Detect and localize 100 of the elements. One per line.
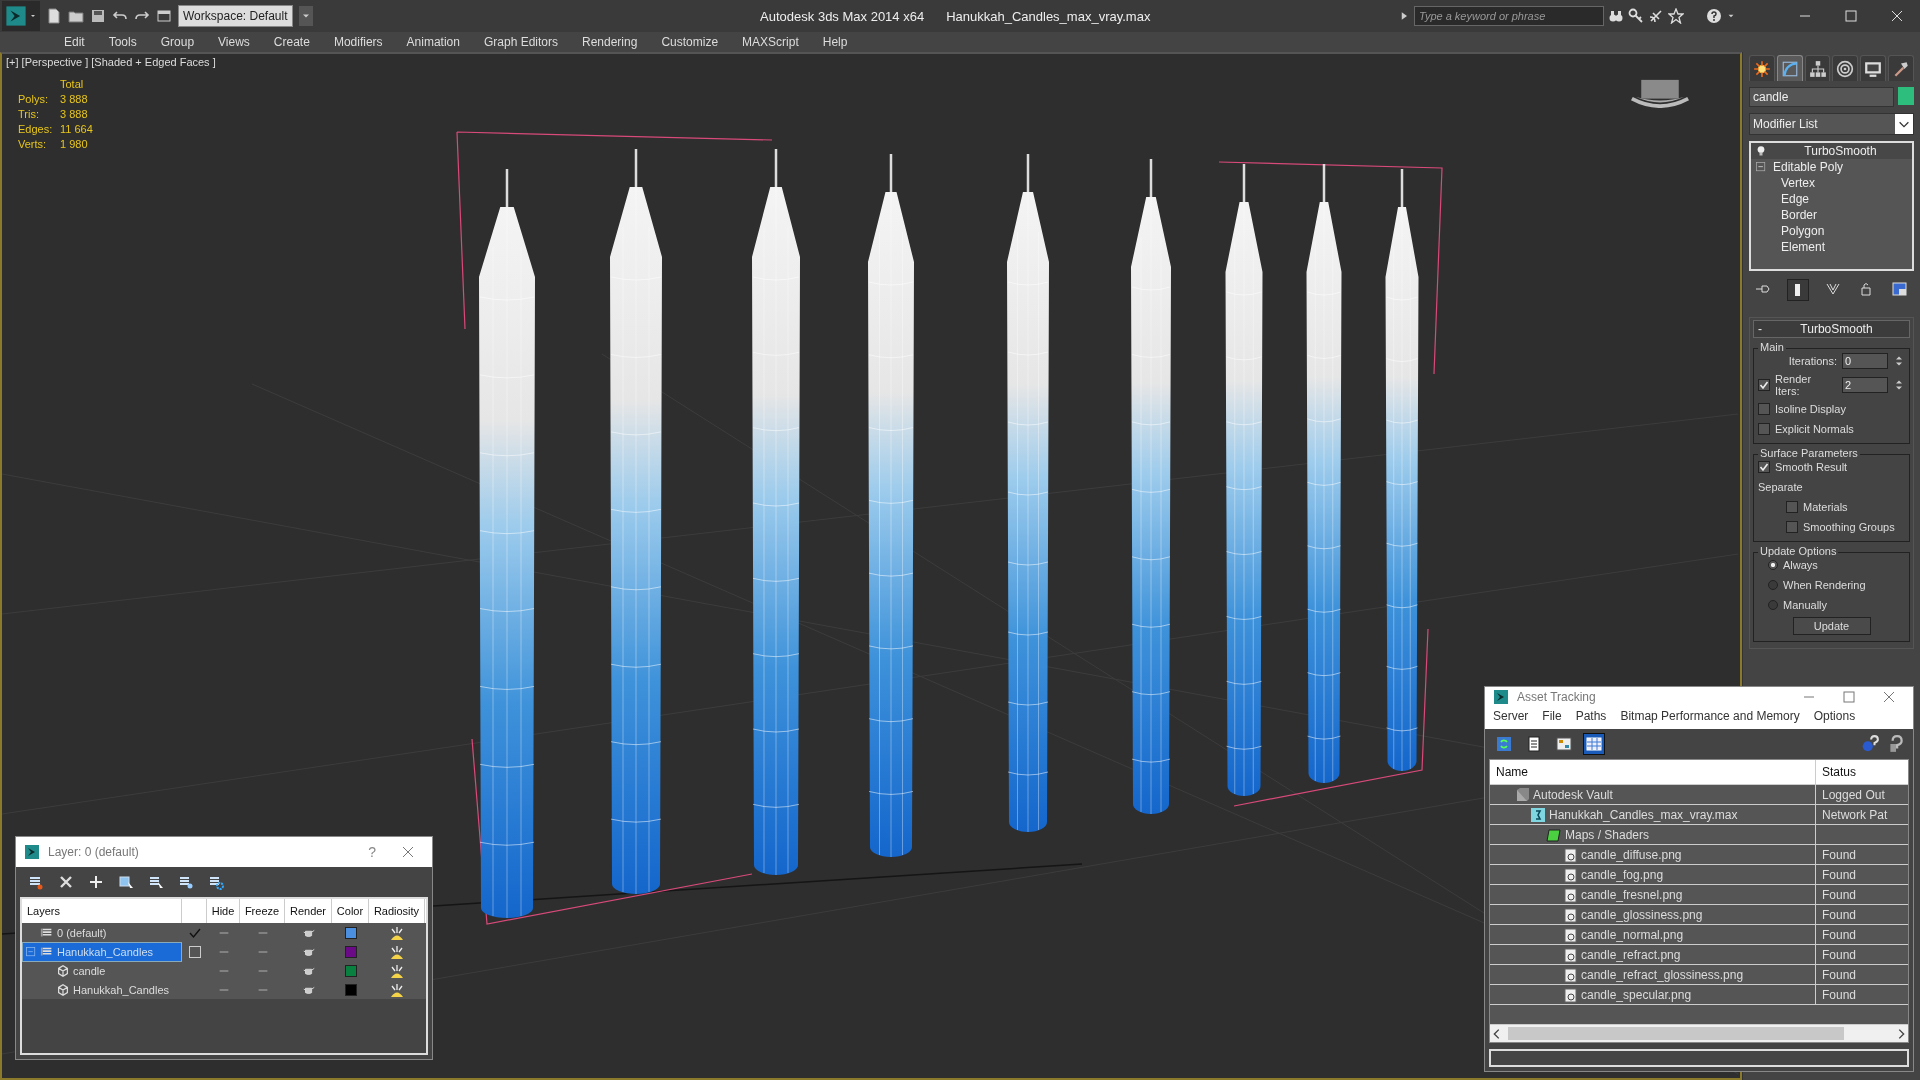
modifier-stack-item[interactable]: TurboSmooth <box>1751 143 1912 159</box>
help-icon[interactable] <box>1706 8 1722 24</box>
menu-item[interactable]: Edit <box>52 32 97 52</box>
asset-name[interactable]: candle_refract_glossiness.png <box>1581 967 1744 982</box>
spinner-arrows-icon[interactable] <box>1893 379 1905 391</box>
asset-name[interactable]: Autodesk Vault <box>1533 787 1613 802</box>
color-swatch[interactable] <box>344 926 357 939</box>
layer-settings-icon[interactable] <box>208 874 224 890</box>
panel-tab[interactable] <box>1860 55 1887 81</box>
modifier-list-dropdown[interactable]: Modifier List <box>1749 113 1914 135</box>
menu-item[interactable]: Tools <box>96 32 149 52</box>
spinner-field[interactable]: 0 <box>1842 353 1888 369</box>
radio-button[interactable] <box>1768 580 1778 590</box>
panel-tab[interactable] <box>1888 55 1914 81</box>
menu-item[interactable]: File <box>1542 709 1562 724</box>
horizontal-scrollbar[interactable] <box>1490 1025 1908 1043</box>
asset-name[interactable]: Hanukkah_Candles_max_vray.max <box>1549 807 1738 822</box>
sub-object-item[interactable]: Vertex <box>1751 175 1912 191</box>
column-header[interactable]: Status <box>1816 760 1908 785</box>
menu-item[interactable]: Customize <box>649 32 731 52</box>
menu-item[interactable]: Bitmap Performance and Memory <box>1620 709 1800 724</box>
sub-object-item[interactable]: Element <box>1751 239 1912 255</box>
layer-row-name[interactable]: 0 (default) <box>22 923 182 942</box>
app-menu-button[interactable] <box>2 1 40 31</box>
fork-icon[interactable] <box>1824 281 1841 297</box>
object-color-swatch[interactable] <box>1898 87 1914 105</box>
sub-object-item[interactable]: Edge <box>1751 191 1912 207</box>
checkbox[interactable] <box>1786 521 1798 533</box>
checkbox[interactable] <box>1758 461 1770 473</box>
checkbox[interactable] <box>1758 403 1770 415</box>
layer-row-name[interactable]: candle <box>22 961 182 980</box>
close-icon[interactable] <box>1889 8 1905 24</box>
checkbox[interactable] <box>1786 501 1798 513</box>
menu-item[interactable]: Help <box>810 32 860 52</box>
panel-tab[interactable] <box>1776 55 1803 81</box>
asset-name[interactable]: candle_refract.png <box>1581 947 1681 962</box>
menu-item[interactable]: Paths <box>1575 709 1607 724</box>
save-icon[interactable] <box>90 8 106 24</box>
collapse-icon[interactable] <box>1755 161 1767 173</box>
radiosity-icon[interactable] <box>389 944 405 960</box>
asset-name[interactable]: candle_fresnel.png <box>1581 887 1683 902</box>
menu-item[interactable]: Create <box>261 32 322 52</box>
new-layer-icon[interactable] <box>28 874 44 890</box>
layer-row-name[interactable]: Hanukkah_Candles <box>22 942 182 962</box>
color-swatch[interactable] <box>344 946 357 958</box>
checkbox[interactable] <box>1758 379 1770 391</box>
add-icon[interactable] <box>88 874 104 890</box>
menu-item[interactable]: Group <box>148 32 207 52</box>
radiosity-icon[interactable] <box>389 924 405 941</box>
panel-tab[interactable] <box>1832 55 1859 81</box>
sub-object-item[interactable]: Polygon <box>1751 223 1912 239</box>
menu-item[interactable]: Graph Editors <box>471 32 570 52</box>
menu-item[interactable]: Animation <box>394 32 472 52</box>
maximize-icon[interactable] <box>1843 8 1859 24</box>
new-file-icon[interactable] <box>46 8 62 24</box>
column-header[interactable]: Name <box>1490 760 1816 785</box>
panel-tab[interactable] <box>1749 55 1775 81</box>
help-icon[interactable] <box>1887 735 1905 754</box>
viewport-label[interactable]: [+] [Perspective ] [Shaded + Edged Faces ] <box>6 56 1736 68</box>
radio-button[interactable] <box>1768 600 1778 610</box>
asset-name[interactable]: candle_fog.png <box>1581 867 1664 882</box>
menu-item[interactable]: Server <box>1493 709 1529 724</box>
checkbox[interactable] <box>1758 423 1770 435</box>
workspace-dropdown[interactable]: Workspace: Default <box>178 5 293 27</box>
menu-item[interactable]: Options <box>1813 709 1856 724</box>
binoculars-icon[interactable] <box>1608 8 1624 24</box>
radiosity-icon[interactable] <box>389 981 405 998</box>
panel-tab[interactable] <box>1804 55 1831 81</box>
delete-icon[interactable] <box>58 874 74 890</box>
folder-icon[interactable] <box>68 8 84 24</box>
radiosity-icon[interactable] <box>389 962 405 979</box>
help-icon[interactable] <box>1861 735 1879 754</box>
viewcube-icon[interactable] <box>1630 78 1690 108</box>
menu-item[interactable]: Modifiers <box>321 32 395 52</box>
color-swatch[interactable] <box>344 964 357 977</box>
radio-button[interactable] <box>1768 560 1778 570</box>
asset-name[interactable]: candle_diffuse.png <box>1581 847 1682 862</box>
layer-row-name[interactable]: Hanukkah_Candles <box>22 980 182 999</box>
asset-name[interactable]: candle_normal.png <box>1581 927 1684 942</box>
rollout-header[interactable]: - TurboSmooth <box>1753 320 1910 338</box>
asset-name[interactable]: candle_specular.png <box>1581 987 1692 1002</box>
star-icon[interactable] <box>1668 8 1684 24</box>
asset-name[interactable]: Maps / Shaders <box>1565 827 1650 842</box>
menu-item[interactable]: MAXScript <box>730 32 811 52</box>
collapse-toggle[interactable]: - <box>1758 322 1768 336</box>
key-icon[interactable] <box>1628 8 1644 24</box>
object-name-field[interactable]: candle <box>1749 87 1894 107</box>
spinner-field[interactable]: 2 <box>1842 377 1888 393</box>
toolbar-button[interactable] <box>1583 733 1605 756</box>
sub-object-item[interactable]: Border <box>1751 207 1912 223</box>
help-button[interactable]: ? <box>360 844 384 860</box>
select-layer-icon[interactable] <box>148 874 164 890</box>
highlight-layer-icon[interactable] <box>178 874 194 890</box>
spinner-arrows-icon[interactable] <box>1893 355 1905 367</box>
bulb-icon[interactable] <box>1755 145 1767 157</box>
menu-item[interactable]: Views <box>206 32 262 52</box>
current-layer-box[interactable] <box>188 946 201 958</box>
color-swatch[interactable] <box>344 983 357 996</box>
modifier-stack-item[interactable]: Editable Poly <box>1751 159 1912 175</box>
search-field[interactable]: Type a keyword or phrase <box>1414 6 1604 26</box>
